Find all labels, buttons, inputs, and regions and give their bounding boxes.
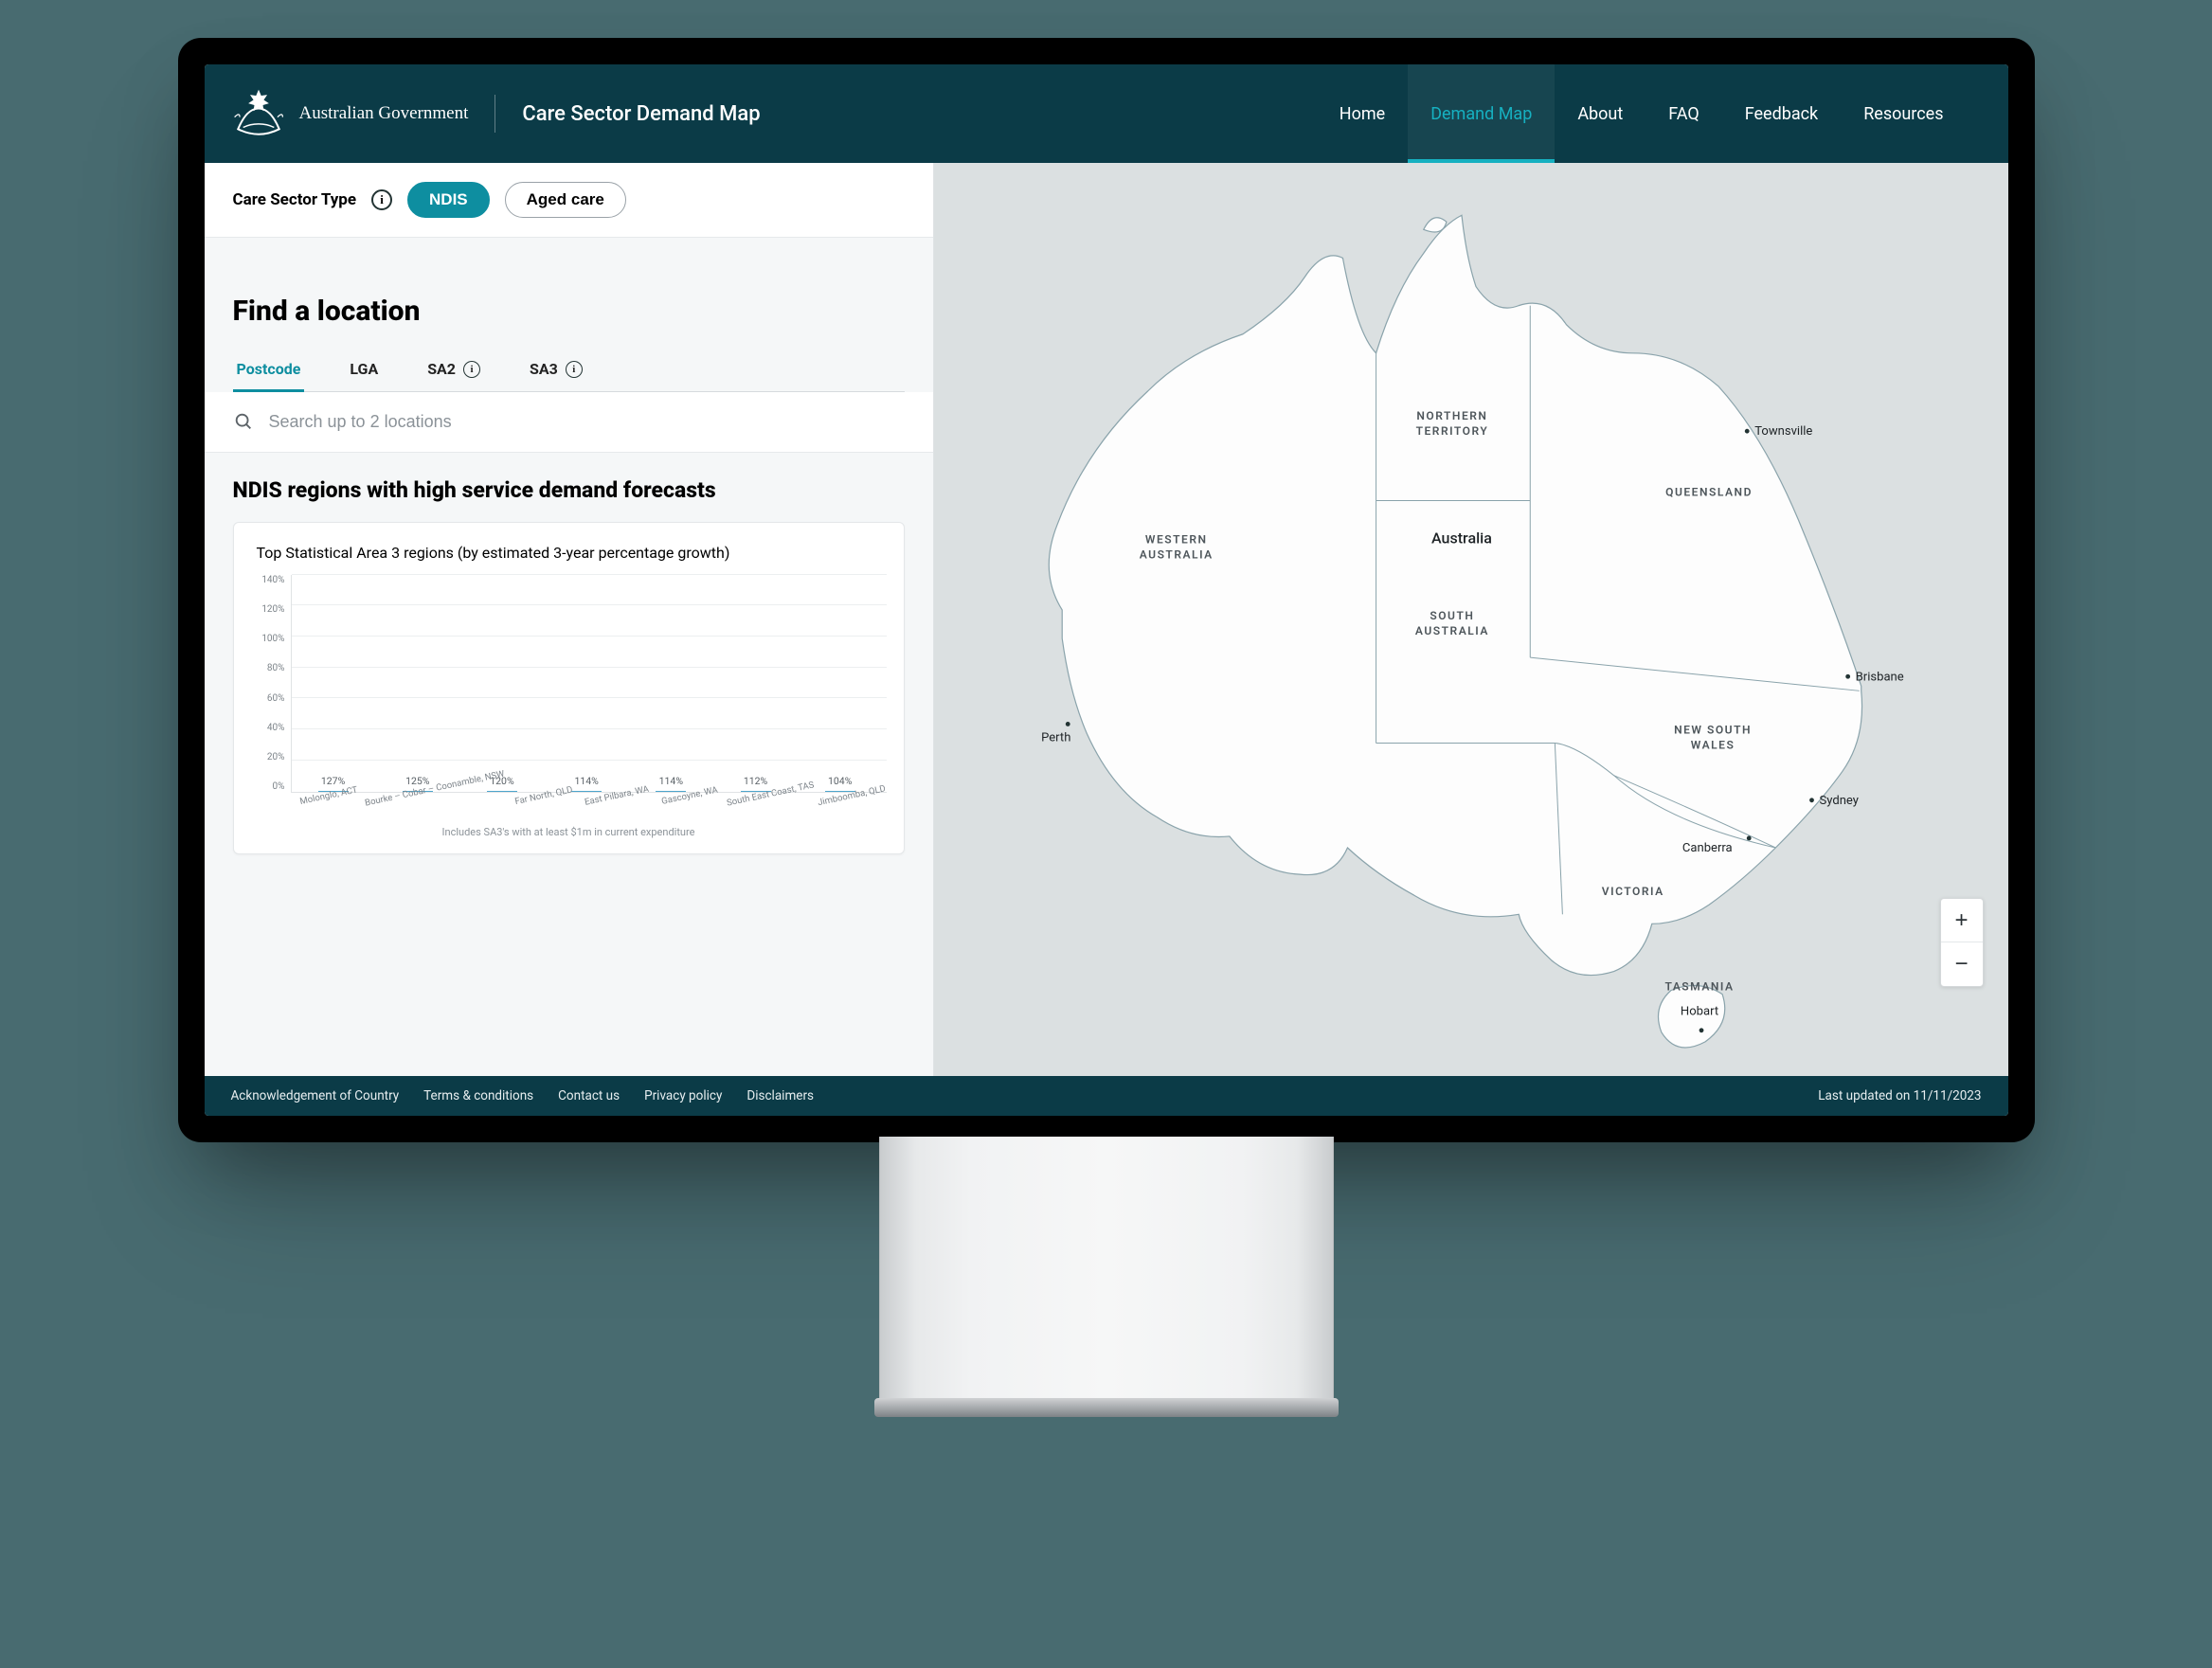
australia-map-icon: WESTERNAUSTRALIA NORTHERNTERRITORY QUEEN…	[934, 163, 2008, 1076]
chart-x-axis: Molonglo, ACTBourke – Cobar – Coonamble,…	[251, 793, 887, 809]
tab-label: LGA	[350, 360, 378, 378]
state-label: QUEENSLAND	[1665, 485, 1753, 498]
chart-title: Top Statistical Area 3 regions (by estim…	[251, 540, 887, 575]
location-search	[205, 392, 933, 453]
sector-type-label: Care Sector Type	[233, 190, 357, 209]
tab-sa2[interactable]: SA2 i	[423, 349, 484, 392]
regions-heading: NDIS regions with high service demand fo…	[233, 477, 905, 503]
map-center-label: Australia	[1430, 529, 1491, 547]
monitor-stand-foot	[874, 1398, 1339, 1417]
footer-link[interactable]: Terms & conditions	[423, 1088, 533, 1103]
gov-label: Australian Government	[299, 103, 469, 124]
control-panel: Care Sector Type i NDIS Aged care Find a…	[205, 163, 934, 1076]
tab-label: Postcode	[237, 360, 301, 378]
search-icon	[233, 411, 254, 432]
sector-pill-aged-care[interactable]: Aged care	[505, 182, 626, 218]
app-title: Care Sector Demand Map	[522, 102, 760, 126]
nav-resources[interactable]: Resources	[1841, 64, 1966, 163]
location-tabs: Postcode LGA SA2 i SA3 i	[233, 349, 905, 392]
city-label: Perth	[1041, 731, 1070, 745]
map-pane[interactable]: WESTERNAUSTRALIA NORTHERNTERRITORY QUEEN…	[934, 163, 2008, 1076]
zoom-in-button[interactable]: +	[1941, 899, 1983, 942]
state-label: TASMANIA	[1664, 980, 1734, 994]
info-icon[interactable]: i	[566, 361, 583, 378]
chart-y-axis: 140%120%100%80%60%40%20%0%	[251, 575, 291, 793]
sector-type-row: Care Sector Type i NDIS Aged care	[205, 163, 933, 238]
state-label: VICTORIA	[1601, 885, 1663, 898]
footer-link[interactable]: Acknowledgement of Country	[231, 1088, 400, 1103]
top-regions-chart-card: Top Statistical Area 3 regions (by estim…	[233, 522, 905, 854]
map-zoom-controls: + −	[1940, 898, 1984, 987]
city-label: Canberra	[1681, 841, 1732, 855]
footer-link[interactable]: Disclaimers	[746, 1088, 814, 1103]
tab-postcode[interactable]: Postcode	[233, 349, 305, 392]
nav-about[interactable]: About	[1555, 64, 1646, 163]
footer-links: Acknowledgement of Country Terms & condi…	[231, 1088, 814, 1103]
australian-crest-icon	[231, 86, 286, 141]
tab-label: SA2	[427, 360, 456, 378]
city-label: Hobart	[1680, 1005, 1717, 1019]
nav-demand-map[interactable]: Demand Map	[1408, 64, 1555, 163]
app-footer: Acknowledgement of Country Terms & condi…	[205, 1076, 2008, 1116]
last-updated: Last updated on 11/11/2023	[1818, 1088, 1981, 1103]
tab-lga[interactable]: LGA	[346, 349, 382, 392]
chart-plot-area: 127%125%120%114%114%112%104%	[291, 575, 887, 793]
find-location-heading: Find a location	[233, 295, 905, 328]
info-icon[interactable]: i	[463, 361, 480, 378]
city-label: Brisbane	[1855, 670, 1903, 684]
tab-sa3[interactable]: SA3 i	[526, 349, 586, 392]
info-icon[interactable]: i	[371, 189, 392, 210]
tab-label: SA3	[530, 360, 558, 378]
sector-pill-ndis[interactable]: NDIS	[407, 182, 490, 218]
location-search-input[interactable]	[267, 411, 905, 433]
top-regions-chart: 140%120%100%80%60%40%20%0% 127%125%120%1…	[251, 575, 887, 793]
app-header: Australian Government Care Sector Demand…	[205, 64, 2008, 163]
monitor-stand-neck	[879, 1137, 1334, 1402]
nav-home[interactable]: Home	[1317, 64, 1408, 163]
chart-footnote: Includes SA3's with at least $1m in curr…	[251, 809, 887, 844]
zoom-out-button[interactable]: −	[1941, 942, 1983, 986]
nav-faq[interactable]: FAQ	[1646, 64, 1721, 163]
footer-link[interactable]: Contact us	[558, 1088, 620, 1103]
nav-feedback[interactable]: Feedback	[1722, 64, 1841, 163]
city-label: Sydney	[1819, 794, 1859, 808]
city-label: Townsville	[1754, 424, 1812, 439]
primary-nav: Home Demand Map About FAQ Feedback Resou…	[1317, 64, 1967, 163]
footer-link[interactable]: Privacy policy	[644, 1088, 722, 1103]
